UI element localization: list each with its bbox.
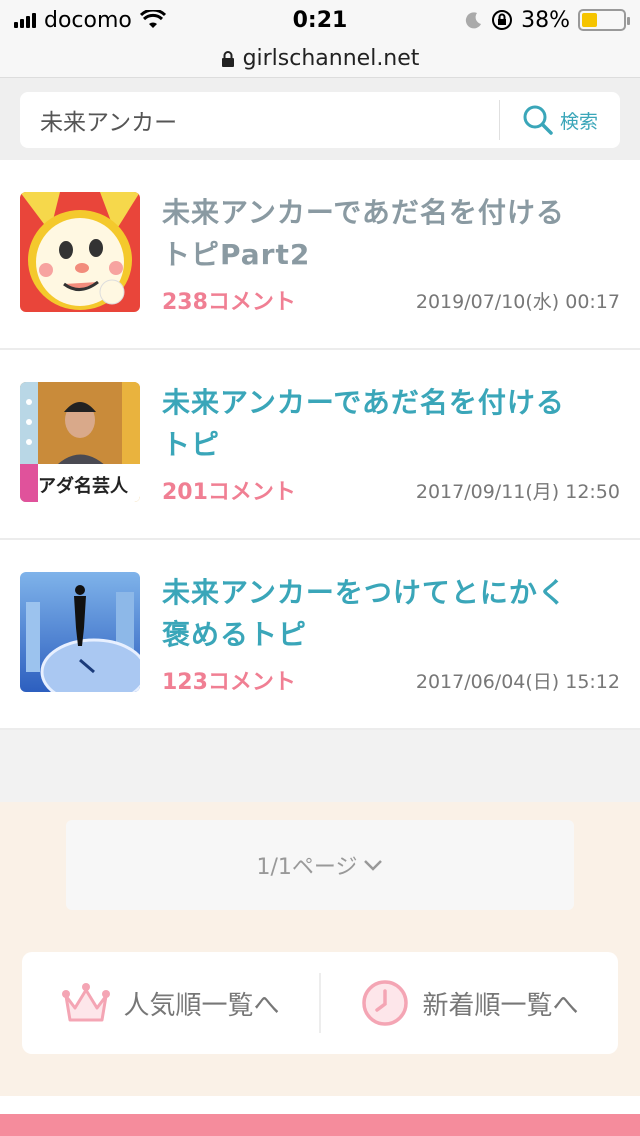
topic-title-line1: 未来アンカーであだ名を付ける: [162, 196, 565, 229]
footer-nav-area: 1/1ページ 人気順一覧へ 新着順一覧へ: [0, 802, 640, 1096]
topic-title-line2: トピ: [162, 428, 221, 461]
page-selector[interactable]: 1/1ページ: [66, 820, 574, 910]
search-icon: [523, 105, 553, 135]
topic-thumbnail: [20, 572, 140, 692]
topic-title[interactable]: 未来アンカーであだ名を付ける トピ: [162, 382, 620, 466]
lock-icon: [221, 50, 234, 67]
sort-links: 人気順一覧へ 新着順一覧へ: [22, 952, 618, 1054]
topic-body: 未来アンカーをつけてとにかく 褒めるトピ 123コメント 2017/06/04(…: [162, 572, 620, 728]
carrier-label: docomo: [44, 7, 132, 33]
rotation-lock-icon: [492, 10, 513, 30]
popular-order-link[interactable]: 人気順一覧へ: [22, 978, 319, 1028]
page-label: 1/1ページ: [256, 855, 358, 880]
topic-meta: 123コメント 2017/06/04(日) 15:12: [162, 664, 620, 696]
topic-thumbnail: アダ名芸人: [20, 382, 140, 502]
moon-icon: [465, 12, 482, 29]
topic-date: 2017/06/04(日) 15:12: [415, 670, 620, 693]
battery-percent: 38%: [521, 7, 570, 33]
search-area: 検索: [0, 78, 640, 160]
topic-body: 未来アンカーであだ名を付ける トピ 201コメント 2017/09/11(月) …: [162, 382, 620, 538]
topic-item[interactable]: 未来アンカーであだ名を付ける トピPart2 238コメント 2019/07/1…: [0, 160, 640, 350]
status-left: docomo: [14, 8, 166, 33]
topic-date: 2017/09/11(月) 12:50: [415, 480, 620, 503]
comment-count: 123コメント: [162, 670, 296, 695]
topic-meta: 201コメント 2017/09/11(月) 12:50: [162, 474, 620, 506]
topic-thumbnail: [20, 192, 140, 312]
crown-icon: [62, 983, 111, 1022]
new-order-link[interactable]: 新着順一覧へ: [321, 978, 618, 1028]
section-spacer: [0, 730, 640, 802]
battery-icon: [578, 9, 630, 31]
search-box: 検索: [20, 92, 620, 148]
topic-item[interactable]: 未来アンカーをつけてとにかく 褒めるトピ 123コメント 2017/06/04(…: [0, 540, 640, 730]
url-domain: girlschannel.net: [242, 46, 420, 71]
wifi-icon: [139, 10, 166, 28]
topic-title-line2: 褒めるトピ: [162, 618, 308, 651]
new-order-label: 新着順一覧へ: [422, 990, 579, 1021]
signal-icon: [14, 12, 36, 28]
topic-item[interactable]: アダ名芸人 未来アンカーであだ名を付ける トピ 201コメント 2017/09/…: [0, 350, 640, 540]
topic-date: 2019/07/10(水) 00:17: [415, 290, 620, 313]
url-bar[interactable]: girlschannel.net: [0, 40, 640, 78]
comment-count: 201コメント: [162, 480, 296, 505]
topic-title-line1: 未来アンカーをつけてとにかく: [162, 576, 567, 609]
topic-body: 未来アンカーであだ名を付ける トピPart2 238コメント 2019/07/1…: [162, 192, 620, 348]
businessman-clock-image: [20, 572, 140, 692]
search-input[interactable]: [20, 92, 499, 148]
topic-list: 未来アンカーであだ名を付ける トピPart2 238コメント 2019/07/1…: [0, 160, 640, 730]
topic-title-line1: 未来アンカーであだ名を付ける: [162, 386, 565, 419]
topic-meta: 238コメント 2019/07/10(水) 00:17: [162, 284, 620, 316]
status-bar: docomo 0:21 38%: [0, 0, 640, 40]
status-right: 38%: [465, 7, 630, 33]
search-button[interactable]: 検索: [500, 104, 620, 136]
popular-order-label: 人気順一覧へ: [123, 990, 280, 1021]
cartoon-character-image: [20, 192, 140, 312]
search-button-label: 検索: [559, 110, 598, 133]
thumbnail-caption: アダ名芸人: [38, 476, 128, 497]
topic-title[interactable]: 未来アンカーであだ名を付ける トピPart2: [162, 192, 620, 276]
chevron-down-icon: [364, 860, 383, 871]
comment-count: 238コメント: [162, 290, 296, 315]
clock-icon: [362, 980, 409, 1026]
topic-title[interactable]: 未来アンカーをつけてとにかく 褒めるトピ: [162, 572, 620, 656]
footer-bar: [0, 1114, 640, 1136]
topic-title-line2: トピPart2: [162, 238, 311, 271]
